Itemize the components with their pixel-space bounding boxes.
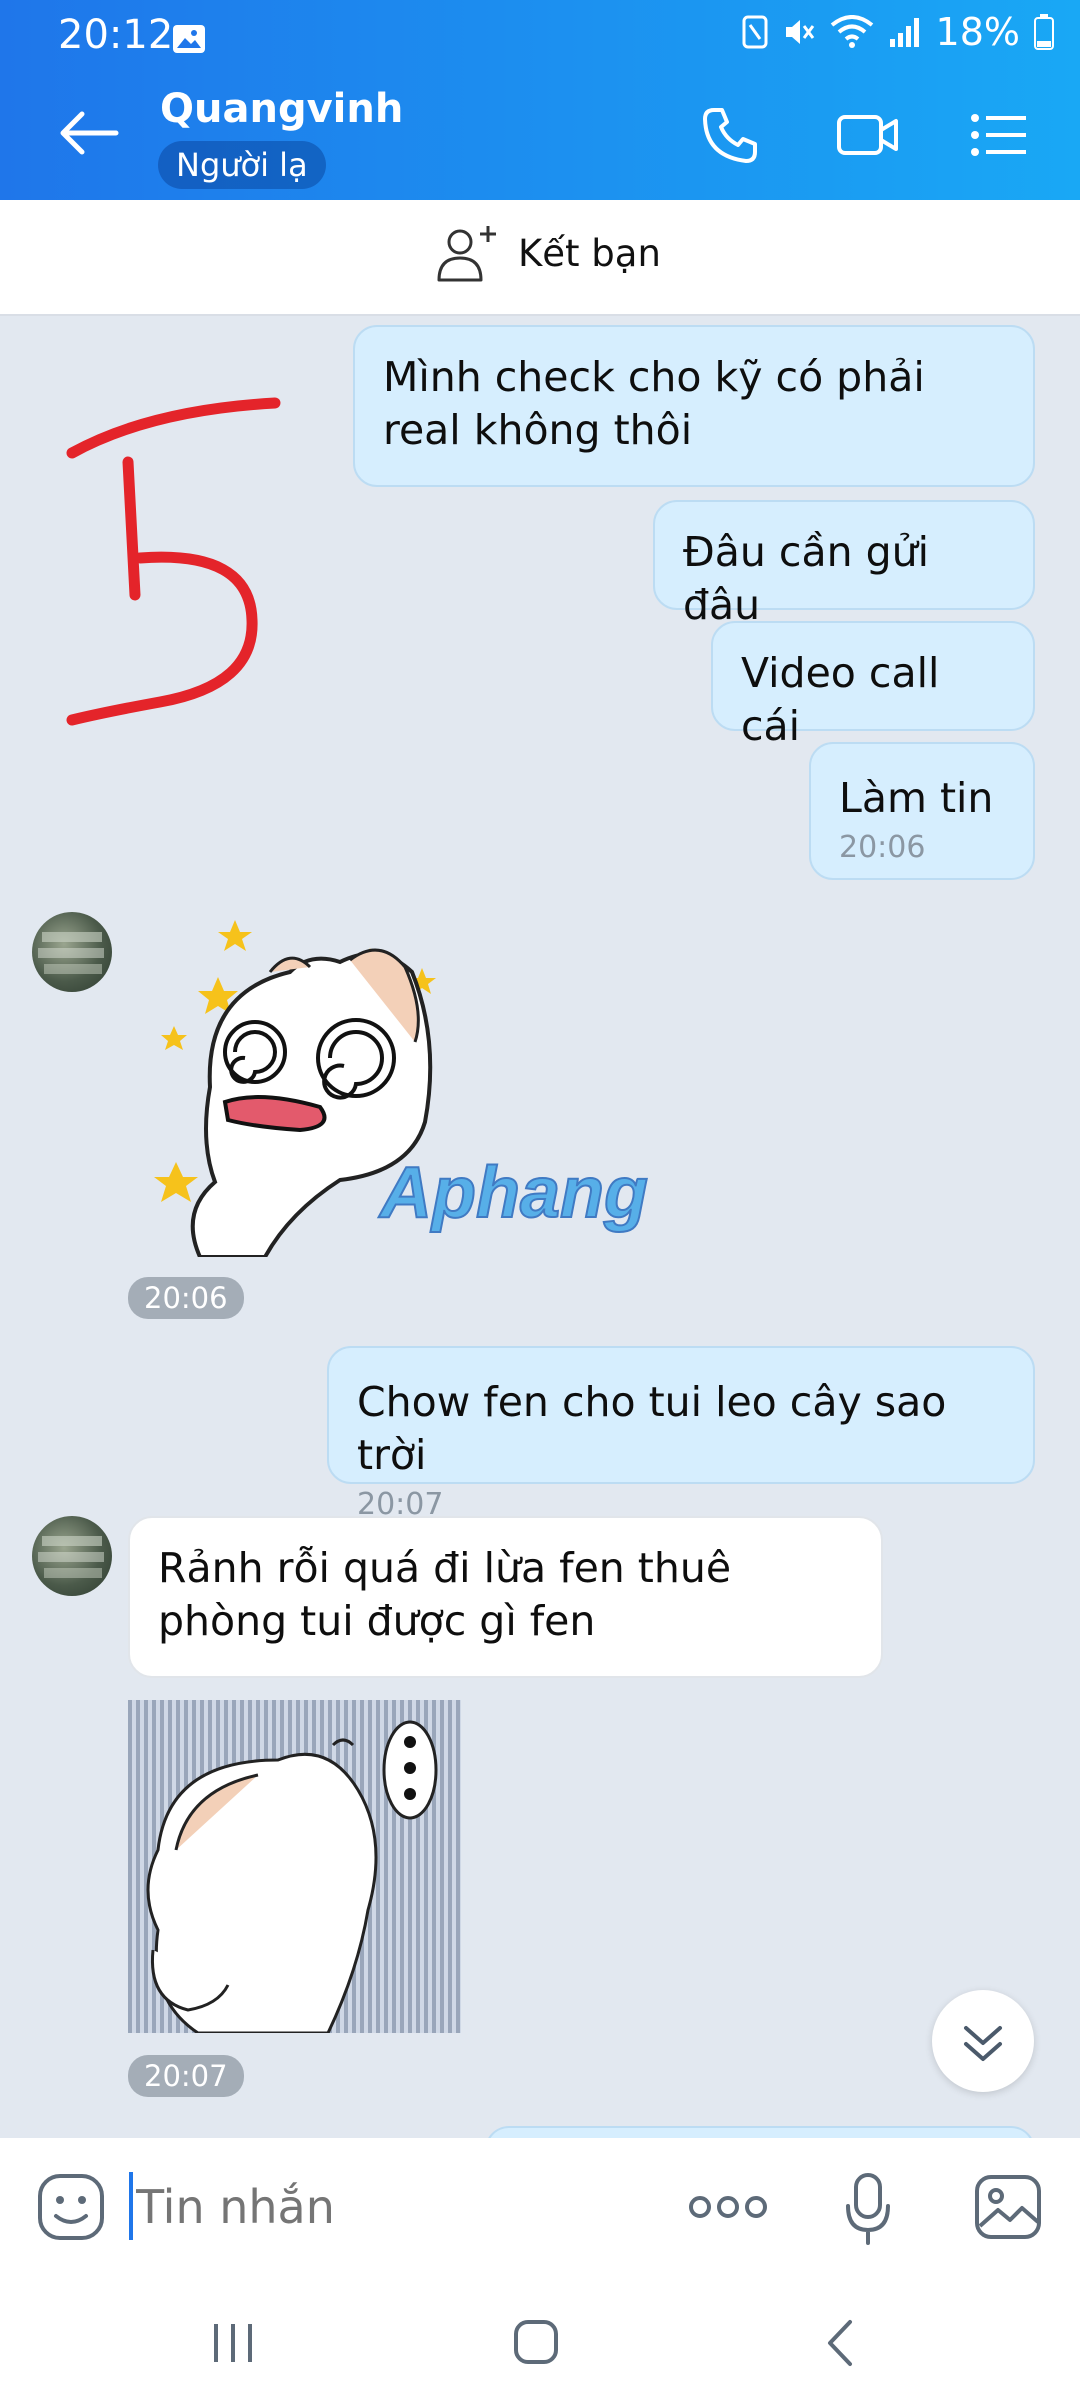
back-arrow-icon — [60, 111, 119, 155]
chat-options-button[interactable] — [970, 112, 1028, 158]
send-image-button[interactable] — [974, 2174, 1042, 2240]
text-cursor — [129, 2172, 133, 2240]
recent-apps-icon — [214, 2324, 252, 2362]
emoji-button[interactable] — [36, 2172, 106, 2242]
status-time: 20:12 — [58, 12, 174, 58]
more-options-button[interactable] — [688, 2184, 768, 2230]
contact-name[interactable]: Quangvinh — [160, 86, 403, 132]
status-bar: 20:12 18% — [0, 0, 1080, 66]
message-text: Làm tin — [839, 774, 994, 822]
contact-avatar[interactable] — [32, 1516, 112, 1596]
signal-icon — [889, 18, 919, 47]
add-person-icon — [437, 226, 496, 282]
scroll-to-bottom-button[interactable] — [932, 1990, 1034, 2092]
message-time: 20:06 — [839, 830, 926, 865]
emoji-icon — [38, 2174, 104, 2240]
sticker-watermark: Aphang — [378, 1153, 648, 1233]
sticker-speechless[interactable] — [128, 1700, 461, 2033]
message-text: Chow fen cho tui leo cây sao trời — [357, 1378, 947, 1479]
outgoing-message[interactable]: Chow fen cho tui leo cây sao trời 20:07 — [327, 1346, 1035, 1522]
add-friend-bar: Kết bạn — [0, 200, 1080, 316]
system-navigation-bar — [0, 2278, 1080, 2408]
voice-call-button[interactable] — [700, 106, 760, 166]
more-dots-icon — [689, 2196, 767, 2218]
stranger-badge: Người lạ — [158, 141, 326, 189]
message-input[interactable] — [134, 2170, 658, 2244]
microphone-icon — [846, 2173, 890, 2245]
outgoing-message[interactable]: Video call cái — [711, 621, 1035, 750]
battery-percent: 18% — [935, 10, 1020, 54]
voice-message-button[interactable] — [844, 2172, 892, 2246]
recent-apps-button[interactable] — [210, 2320, 256, 2366]
home-icon — [514, 2320, 558, 2364]
add-friend-label: Kết bạn — [518, 231, 661, 275]
outgoing-message[interactable]: Đâu cần gửi đâu — [653, 500, 1035, 629]
phone-icon — [703, 108, 757, 163]
battery-icon — [1034, 14, 1054, 50]
outgoing-message[interactable]: Làm tin 20:06 — [809, 742, 1035, 880]
back-button[interactable] — [58, 108, 120, 158]
sticker-dizzy[interactable]: Aphang — [140, 912, 720, 1259]
contact-avatar[interactable] — [32, 912, 112, 992]
video-call-button[interactable] — [836, 110, 900, 160]
nav-back-icon — [828, 2320, 852, 2366]
gallery-notification-icon — [172, 18, 206, 53]
message-time: 20:06 — [128, 1277, 244, 1319]
add-friend-button[interactable]: Kết bạn — [436, 222, 661, 284]
chevron-double-down-icon — [964, 2026, 1002, 2061]
message-input-bar — [0, 2138, 1080, 2278]
chat-header: Quangvinh Người lạ — [0, 66, 1080, 200]
annotation-mark — [66, 397, 281, 726]
list-menu-icon — [971, 114, 1026, 156]
message-text: Mình check cho kỹ có phải real không thô… — [383, 353, 925, 454]
message-time: 20:07 — [128, 2055, 244, 2097]
status-icons: 18% — [742, 10, 1054, 54]
nfc-icon — [742, 15, 768, 49]
nav-back-button[interactable] — [822, 2318, 858, 2368]
mute-icon — [785, 20, 814, 44]
home-button[interactable] — [512, 2318, 560, 2366]
message-text: Video call cái — [741, 649, 940, 750]
wifi-icon — [830, 15, 873, 48]
video-camera-icon — [837, 115, 898, 155]
incoming-message[interactable]: Rảnh rỗi quá đi lừa fen thuê phòng tui đ… — [128, 1516, 883, 1678]
message-text: Đâu cần gửi đâu — [683, 528, 929, 629]
outgoing-message[interactable]: Mình check cho kỹ có phải real không thô… — [353, 325, 1035, 487]
message-text: Rảnh rỗi quá đi lừa fen thuê phòng tui đ… — [158, 1544, 732, 1645]
image-gallery-icon — [975, 2175, 1041, 2239]
